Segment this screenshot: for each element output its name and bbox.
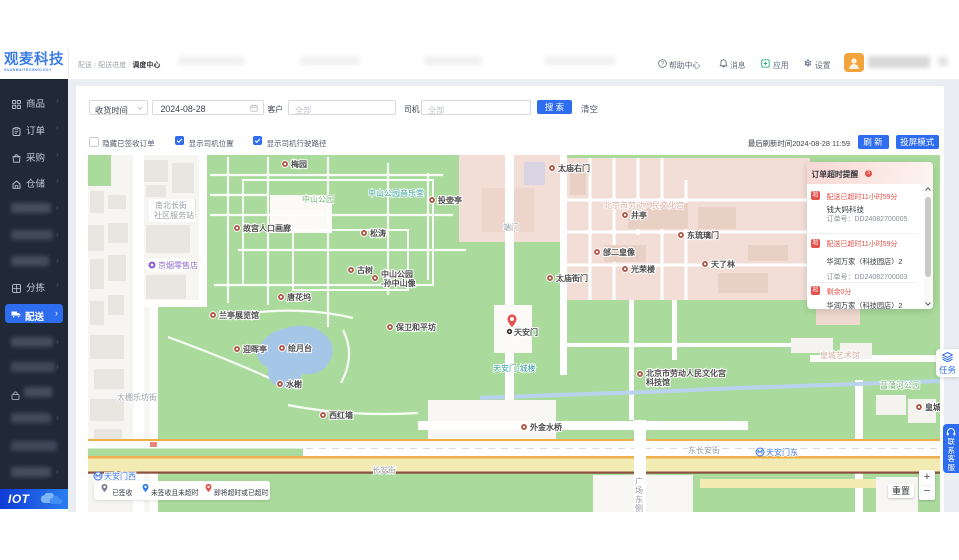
svg-text:长安街: 长安街: [372, 465, 396, 475]
svg-text:-孙中山像: -孙中山像: [381, 278, 417, 288]
svg-text:社区服务站: 社区服务站: [154, 210, 194, 220]
svg-text:菖蒲河公园: 菖蒲河公园: [880, 380, 920, 390]
svg-text:大棚乐坊街: 大棚乐坊街: [117, 392, 157, 402]
svg-text:邰二皇像: 邰二皇像: [603, 247, 636, 257]
svg-text:绘月台: 绘月台: [288, 343, 312, 353]
svg-text:松涛: 松涛: [370, 228, 386, 238]
svg-text:京烟零售店: 京烟零售店: [158, 260, 198, 270]
svg-text:迎晖亭: 迎晖亭: [243, 344, 267, 354]
svg-text:东长安街: 东长安街: [688, 445, 720, 455]
svg-text:中山公园: 中山公园: [381, 269, 413, 279]
svg-text:太庙街门: 太庙街门: [555, 273, 588, 283]
svg-text:太庙右门: 太庙右门: [557, 163, 590, 173]
svg-text:科技馆: 科技馆: [646, 377, 670, 387]
svg-text:中山公园音乐堂: 中山公园音乐堂: [368, 188, 424, 198]
svg-text:外金水桥: 外金水桥: [530, 422, 563, 432]
svg-text:端门: 端门: [503, 222, 519, 232]
svg-text:天安门东: 天安门东: [766, 447, 798, 457]
svg-text:东琉璃门: 东琉璃门: [687, 230, 719, 240]
svg-text:井亭: 井亭: [631, 210, 647, 220]
svg-text:保卫和平坊: 保卫和平坊: [395, 322, 436, 332]
svg-text:投壶亭: 投壶亭: [438, 195, 462, 205]
svg-text:中山公园: 中山公园: [302, 194, 334, 204]
svg-text:天安门-城楼: 天安门-城楼: [493, 363, 536, 373]
svg-text:唐花坞: 唐花坞: [287, 292, 311, 302]
svg-text:皇城艺术馆: 皇城艺术馆: [820, 350, 860, 360]
svg-text:西红墙: 西红墙: [329, 410, 353, 420]
svg-text:南北长街: 南北长街: [155, 200, 187, 210]
svg-text:兰亭展览馆: 兰亭展览馆: [219, 310, 259, 320]
svg-text:梅园: 梅园: [291, 159, 307, 169]
svg-text:水榭: 水榭: [285, 379, 302, 389]
svg-text:天了林: 天了林: [711, 259, 735, 269]
svg-text:古树: 古树: [357, 265, 373, 275]
svg-text:皇城墙: 皇城墙: [925, 402, 940, 412]
svg-text:北京市劳动人民文化宫: 北京市劳动人民文化宫: [646, 368, 726, 378]
svg-text:广场东侧路: 广场东侧路: [635, 476, 644, 512]
svg-text:故宫人口画廊: 故宫人口画廊: [243, 223, 291, 233]
svg-text:天安门: 天安门: [514, 327, 538, 337]
svg-text:光荣楼: 光荣楼: [630, 264, 655, 274]
svg-text:天安门西: 天安门西: [104, 471, 136, 481]
svg-text:北京市劳动人民文化宫: 北京市劳动人民文化宫: [604, 200, 684, 210]
